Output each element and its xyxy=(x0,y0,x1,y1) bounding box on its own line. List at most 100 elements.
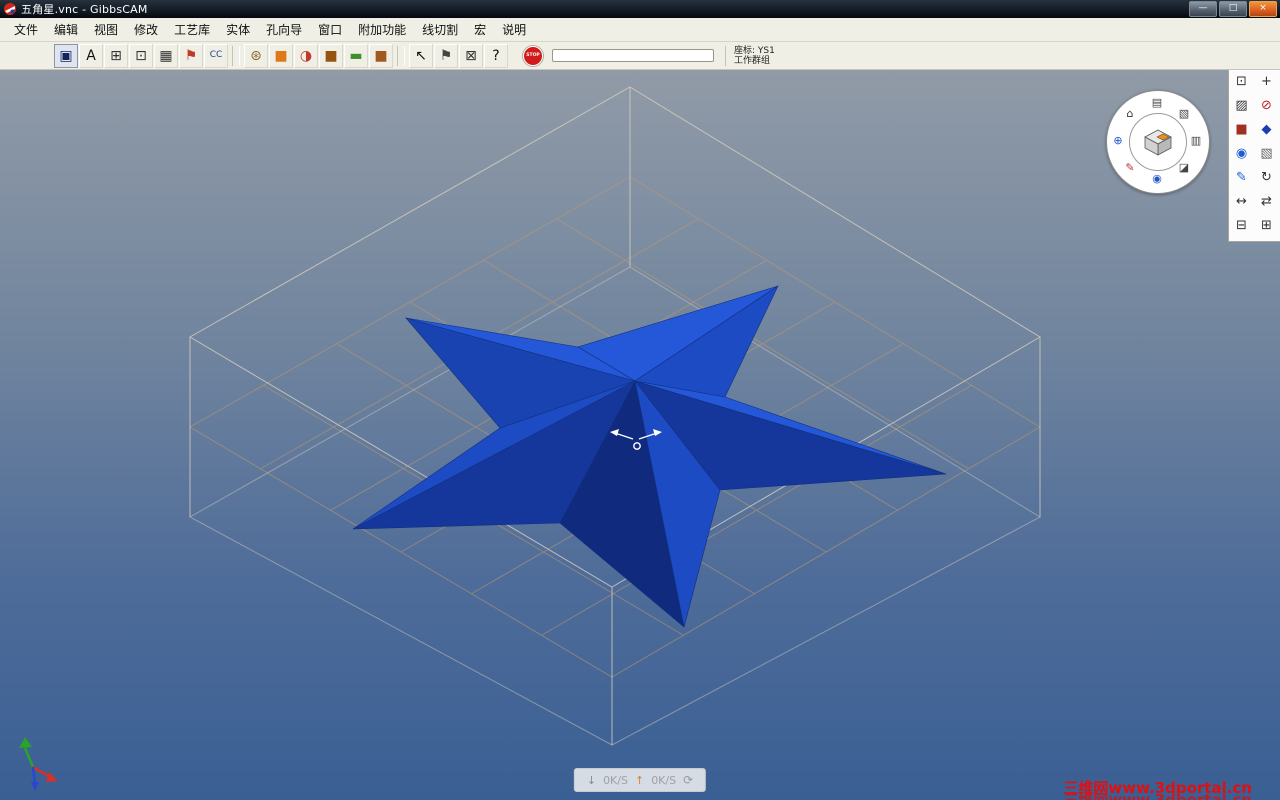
scene-canvas xyxy=(188,86,1042,746)
flag-tool-icon: ⚑ xyxy=(184,47,198,64)
z-axis-arrow xyxy=(31,782,39,791)
progress-bar xyxy=(552,49,714,62)
copy-icon[interactable]: ⊞ xyxy=(1256,214,1278,236)
menu-item-线切割[interactable]: 线切割 xyxy=(414,18,466,41)
pick-box-button[interactable]: ⊠ xyxy=(459,43,483,68)
upload-icon: ↑ xyxy=(634,773,645,787)
block-solid-button[interactable]: ■ xyxy=(319,43,343,68)
text-tool-icon: A xyxy=(86,47,96,64)
watermark: 三维网www.3dportal.cn xyxy=(1063,779,1252,797)
cursor-tool-button[interactable]: ↖ xyxy=(409,43,433,68)
minimize-button[interactable]: — xyxy=(1189,1,1217,17)
menu-item-宏[interactable]: 宏 xyxy=(466,18,494,41)
hatch-tool-icon[interactable]: ▨ xyxy=(1231,94,1253,116)
revolve-solid-icon: ◑ xyxy=(299,47,313,64)
download-rate: 0K/S xyxy=(603,773,628,787)
title-bar: 五角星.vnc - GibbsCAM — □ × xyxy=(0,0,1280,18)
app-window: 五角星.vnc - GibbsCAM — □ × 文件 编辑 视图 修改 工艺库 实体 孔向导窗… xyxy=(0,0,1280,800)
block-solid-icon: ■ xyxy=(324,47,338,64)
context-help-button[interactable]: ? xyxy=(484,43,508,68)
frame-tool-icon[interactable]: ⊡ xyxy=(1231,70,1253,92)
context-help-icon: ? xyxy=(492,47,500,64)
sheet-stack-icon: ⊞ xyxy=(110,47,122,64)
view-controller[interactable]: ⌂ ▤ ▧ ▥ ◪ ◉ ✎ ⊕ xyxy=(1106,90,1210,194)
sweep-solid-icon: ▬ xyxy=(349,47,363,64)
body-solid-button[interactable]: ■ xyxy=(369,43,393,68)
workbook-icon[interactable]: ■ xyxy=(1231,118,1253,140)
marquee-select-icon: ⊡ xyxy=(135,47,147,64)
mirror-icon[interactable]: ⇄ xyxy=(1256,190,1278,212)
menu-item-说明[interactable]: 说明 xyxy=(494,18,534,41)
stop-label: STOP xyxy=(526,53,540,58)
axis-triad xyxy=(19,737,58,791)
body-solid-icon: ■ xyxy=(374,47,388,64)
maximize-button[interactable]: □ xyxy=(1219,1,1247,17)
window-controls: — □ × xyxy=(1188,1,1280,17)
cc-tool-button[interactable]: CC xyxy=(204,43,228,68)
menu-item-文件[interactable]: 文件 xyxy=(6,18,46,41)
menu-item-工艺库[interactable]: 工艺库 xyxy=(166,18,218,41)
window-title: 五角星.vnc - GibbsCAM xyxy=(21,3,148,16)
blade-tool-button[interactable]: ⊛ xyxy=(244,43,268,68)
blade-tool-icon: ⊛ xyxy=(250,47,262,64)
cube-tool-icon[interactable]: ▧ xyxy=(1256,142,1278,164)
menu-item-窗口[interactable]: 窗口 xyxy=(310,18,350,41)
iso-view-icon[interactable]: ◪ xyxy=(1176,160,1192,176)
flag-tool-button[interactable]: ⚑ xyxy=(179,43,203,68)
refresh-icon[interactable]: ⟳ xyxy=(683,773,693,787)
draw-view-icon[interactable]: ✎ xyxy=(1122,160,1138,176)
marquee-select-button[interactable]: ⊡ xyxy=(129,43,153,68)
menu-item-实体[interactable]: 实体 xyxy=(218,18,258,41)
stop-button[interactable]: STOP xyxy=(523,45,543,66)
cursor-tool-icon: ↖ xyxy=(415,47,427,64)
text-tool-button[interactable]: A xyxy=(79,43,103,68)
solids-icon[interactable]: ◆ xyxy=(1256,118,1278,140)
toolbar-separator xyxy=(397,45,405,66)
cube-view-icon[interactable]: ▧ xyxy=(1176,106,1192,122)
revolve-solid-button[interactable]: ◑ xyxy=(294,43,318,68)
grid-toggle-icon: ▦ xyxy=(159,47,173,64)
dimension-icon[interactable]: ↔ xyxy=(1231,190,1253,212)
viewport[interactable]: ▤≈⊡+▨⊘■◆◉▧✎↻↔⇄⊟⊞ ⌂▤▧▥◪◉✎⊕ ↓ 0K/S ↑ 0K/S … xyxy=(0,70,1280,800)
flag-small-icon: ⚑ xyxy=(439,47,453,64)
coord-label: 座标: YS1 xyxy=(734,45,775,56)
grid-toggle-button[interactable]: ▦ xyxy=(154,43,178,68)
home-view-icon[interactable]: ⌂ xyxy=(1122,106,1138,122)
menu-item-视图[interactable]: 视图 xyxy=(86,18,126,41)
menu-item-孔向导[interactable]: 孔向导 xyxy=(258,18,310,41)
stock-solid-button[interactable]: ■ xyxy=(269,43,293,68)
right-view-icon[interactable]: ▥ xyxy=(1188,133,1204,149)
pencil-tool-icon[interactable]: ✎ xyxy=(1231,166,1253,188)
menu-item-修改[interactable]: 修改 xyxy=(126,18,166,41)
menu-bar: 文件 编辑 视图 修改 工艺库 实体 孔向导 窗口 附加功能 线切割宏说明 xyxy=(0,18,1280,42)
redraw-icon[interactable]: ↻ xyxy=(1256,166,1278,188)
cs-axis-icon[interactable]: + xyxy=(1256,70,1278,92)
document-view-icon: ▣ xyxy=(59,47,73,64)
pick-box-icon: ⊠ xyxy=(465,47,477,64)
app-logo-icon xyxy=(4,3,16,15)
sheet-stack-button[interactable]: ⊞ xyxy=(104,43,128,68)
sheets-icon[interactable]: ⊟ xyxy=(1231,214,1253,236)
download-icon: ↓ xyxy=(586,773,597,787)
workgroup-label: 工作群组 xyxy=(734,55,771,66)
y-axis-arrow xyxy=(19,737,32,748)
right-tool-panel: ▤≈⊡+▨⊘■◆◉▧✎↻↔⇄⊟⊞ xyxy=(1228,70,1280,242)
erase-tool-icon[interactable]: ⊘ xyxy=(1256,94,1278,116)
top-view-icon[interactable]: ▤ xyxy=(1149,95,1165,111)
menu-item-附加功能[interactable]: 附加功能 xyxy=(350,18,414,41)
sweep-solid-button[interactable]: ▬ xyxy=(344,43,368,68)
menu-item-编辑[interactable]: 编辑 xyxy=(46,18,86,41)
close-button[interactable]: × xyxy=(1249,1,1277,17)
target-view-icon[interactable]: ⊕ xyxy=(1110,133,1126,149)
eye-view-icon[interactable]: ◉ xyxy=(1149,171,1165,187)
visibility-eye-icon[interactable]: ◉ xyxy=(1231,142,1253,164)
flag-small-button[interactable]: ⚑ xyxy=(434,43,458,68)
transfer-status: ↓ 0K/S ↑ 0K/S ⟳ xyxy=(573,768,707,792)
upload-rate: 0K/S xyxy=(651,773,677,787)
toolbar-separator xyxy=(232,45,240,66)
document-view-button[interactable]: ▣ xyxy=(54,43,78,68)
stock-solid-icon: ■ xyxy=(274,47,288,64)
main-toolbar: ▣ A ⊞ ⊡ ▦ ⚑ CC ⊛ ■ ◑ ■ ▬ ■ ↖ ⚑ ⊠? STOP 座标: YS1 工作群组 xyxy=(0,42,1280,70)
cc-tool-icon: CC xyxy=(209,50,223,60)
iso-cube-icon xyxy=(1144,129,1172,156)
